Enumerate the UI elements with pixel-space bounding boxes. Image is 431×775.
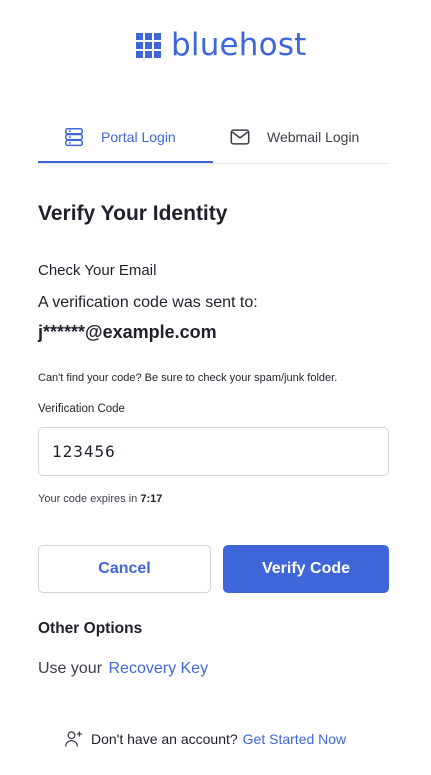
- grid-logo-icon: [136, 32, 161, 58]
- page-title: Verify Your Identity: [38, 202, 228, 225]
- tab-portal-login-label: Portal Login: [101, 128, 176, 145]
- expiry-prefix: Your code expires in: [38, 493, 138, 505]
- recovery-key-link[interactable]: Recovery Key: [108, 660, 208, 677]
- spam-hint-text: Can't find your code? Be sure to check y…: [38, 372, 338, 384]
- tab-webmail-login[interactable]: Webmail Login: [229, 112, 389, 162]
- recovery-prefix: Use your: [38, 660, 103, 677]
- bluehost-logo: bluehost: [136, 27, 307, 63]
- code-expiry-text: Your code expires in 7:17: [38, 493, 162, 505]
- tab-portal-login[interactable]: Portal Login: [38, 112, 213, 163]
- code-sent-text: A verification code was sent to:: [38, 294, 258, 311]
- add-user-icon: [65, 731, 82, 747]
- cancel-button[interactable]: Cancel: [38, 545, 211, 593]
- other-options-heading: Other Options: [38, 620, 143, 637]
- login-tabs: Portal Login Webmail Login: [38, 112, 389, 164]
- signup-text: Don't have an account?: [91, 731, 238, 747]
- signup-prompt: Don't have an account? Get Started Now: [64, 729, 346, 749]
- check-email-subheading: Check Your Email: [38, 262, 157, 279]
- verification-code-input[interactable]: [38, 427, 389, 476]
- server-icon: [65, 127, 83, 146]
- expiry-timer: 7:17: [140, 493, 163, 505]
- tab-webmail-login-label: Webmail Login: [267, 129, 360, 145]
- recovery-key-line: Use your Recovery Key: [38, 660, 208, 678]
- verify-code-button[interactable]: Verify Code: [223, 545, 389, 593]
- logo-text: bluehost: [171, 27, 307, 63]
- verification-code-label: Verification Code: [38, 403, 125, 415]
- get-started-link[interactable]: Get Started Now: [243, 731, 347, 747]
- mail-icon: [230, 129, 250, 145]
- masked-email: j******@example.com: [38, 322, 217, 342]
